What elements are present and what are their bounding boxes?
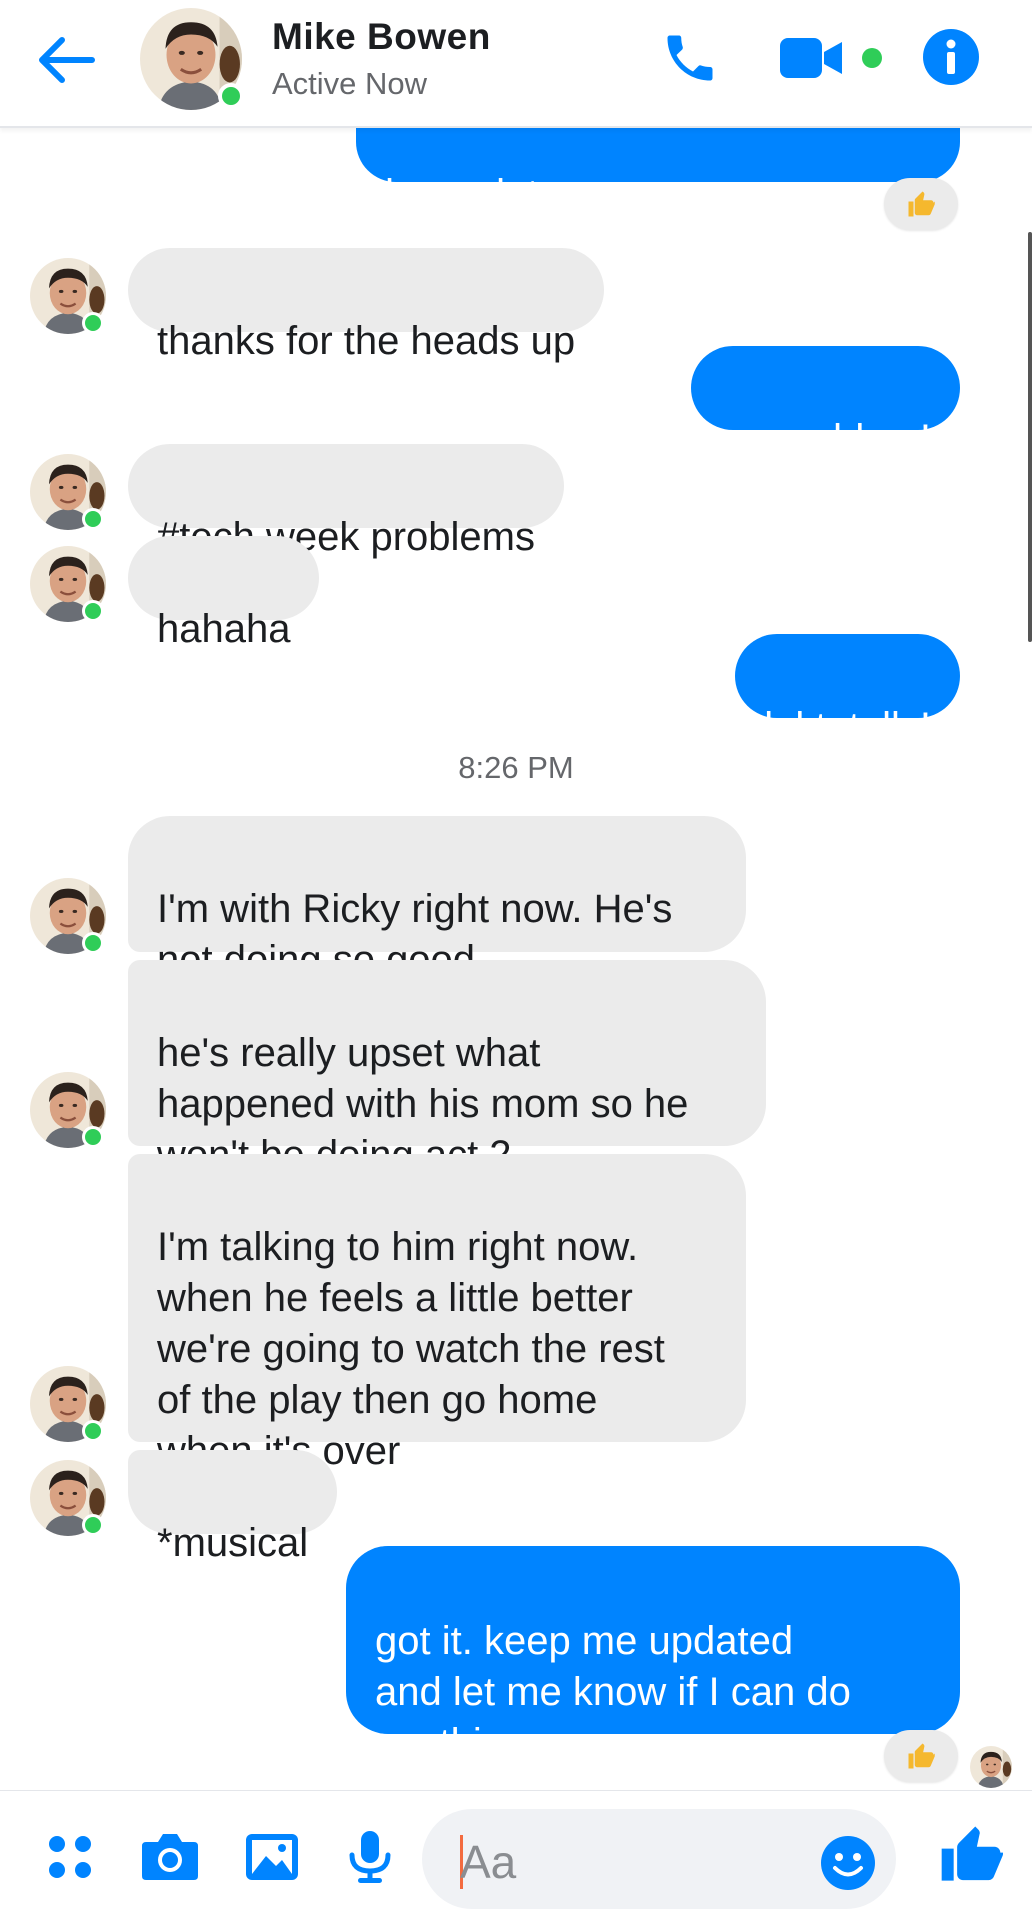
message-text: lol totally! xyxy=(764,705,931,749)
message-text: got it. keep me updated and let me know … xyxy=(375,1619,851,1765)
outgoing-message[interactable]: lol totally! xyxy=(735,634,960,749)
conversation-header: Mike Bowen Active Now xyxy=(0,0,1032,128)
contact-name[interactable]: Mike Bowen xyxy=(272,16,491,58)
message-thread[interactable]: home late thanks for the heads up no pro… xyxy=(0,0,1032,1790)
video-camera-icon xyxy=(780,38,842,78)
thumbs-up-reaction[interactable] xyxy=(884,178,958,230)
camera-icon xyxy=(142,1834,198,1880)
incoming-message[interactable]: he's really upset what happened with his… xyxy=(128,960,766,1177)
info-icon xyxy=(923,29,979,85)
contact-avatar[interactable] xyxy=(28,1070,108,1150)
back-button[interactable] xyxy=(30,30,100,90)
online-indicator xyxy=(218,83,244,109)
message-timestamp: 8:26 PM xyxy=(458,750,574,785)
back-arrow-icon xyxy=(39,37,95,83)
message-text: I'm talking to him right now. when he fe… xyxy=(157,1225,665,1473)
message-text: thanks for the heads up xyxy=(157,319,576,363)
online-indicator xyxy=(82,1126,104,1148)
seen-receipt-avatar xyxy=(970,1746,1012,1788)
thumbs-up-reaction[interactable] xyxy=(884,1730,958,1782)
online-indicator xyxy=(82,508,104,530)
message-text: home late xyxy=(385,172,561,216)
incoming-message[interactable]: thanks for the heads up xyxy=(128,248,605,363)
message-composer: Aa xyxy=(0,1790,1032,1920)
outgoing-message[interactable]: no problem! xyxy=(690,346,960,461)
online-indicator xyxy=(82,1514,104,1536)
contact-status: Active Now xyxy=(272,66,428,101)
apps-grid-icon xyxy=(49,1836,91,1878)
gallery-icon xyxy=(246,1834,298,1880)
emoji-button[interactable] xyxy=(816,1831,880,1895)
thumbs-up-reaction-icon xyxy=(908,1743,935,1769)
phone-icon xyxy=(667,35,713,81)
video-active-indicator xyxy=(862,48,882,68)
gallery-button[interactable] xyxy=(240,1825,304,1889)
smiley-icon xyxy=(821,1836,875,1890)
voice-call-button[interactable] xyxy=(660,28,726,88)
online-indicator xyxy=(82,600,104,622)
microphone-icon xyxy=(349,1831,391,1883)
online-indicator xyxy=(82,1420,104,1442)
contact-profile-avatar[interactable] xyxy=(138,6,244,112)
message-input-placeholder: Aa xyxy=(460,1836,517,1888)
message-text: no problem! xyxy=(719,417,931,461)
incoming-message[interactable]: #tech week problems xyxy=(128,444,564,559)
contact-avatar[interactable] xyxy=(28,452,108,532)
contact-avatar[interactable] xyxy=(28,1458,108,1538)
message-text: hahaha xyxy=(157,607,291,651)
contact-avatar[interactable] xyxy=(28,544,108,624)
contact-avatar[interactable] xyxy=(28,1364,108,1444)
contact-avatar[interactable] xyxy=(28,256,108,336)
like-button[interactable] xyxy=(936,1819,1006,1889)
scrollbar[interactable] xyxy=(1028,232,1032,642)
thumbs-up-reaction-icon xyxy=(908,191,935,217)
more-apps-button[interactable] xyxy=(38,1825,102,1889)
online-indicator xyxy=(82,932,104,954)
incoming-message[interactable]: I'm talking to him right now. when he fe… xyxy=(128,1154,746,1473)
incoming-message[interactable]: *musical xyxy=(128,1450,338,1565)
like-thumb-icon xyxy=(941,1826,1003,1881)
online-indicator xyxy=(82,312,104,334)
contact-avatar[interactable] xyxy=(28,876,108,956)
incoming-message[interactable]: hahaha xyxy=(128,536,320,651)
camera-button[interactable] xyxy=(138,1825,202,1889)
outgoing-message[interactable]: got it. keep me updated and let me know … xyxy=(346,1546,960,1765)
conversation-info-button[interactable] xyxy=(922,28,982,88)
message-text: *musical xyxy=(157,1521,309,1565)
video-call-button[interactable] xyxy=(778,36,846,80)
incoming-message[interactable]: I'm with Ricky right now. He's not doing… xyxy=(128,816,746,982)
voice-message-button[interactable] xyxy=(338,1825,402,1889)
